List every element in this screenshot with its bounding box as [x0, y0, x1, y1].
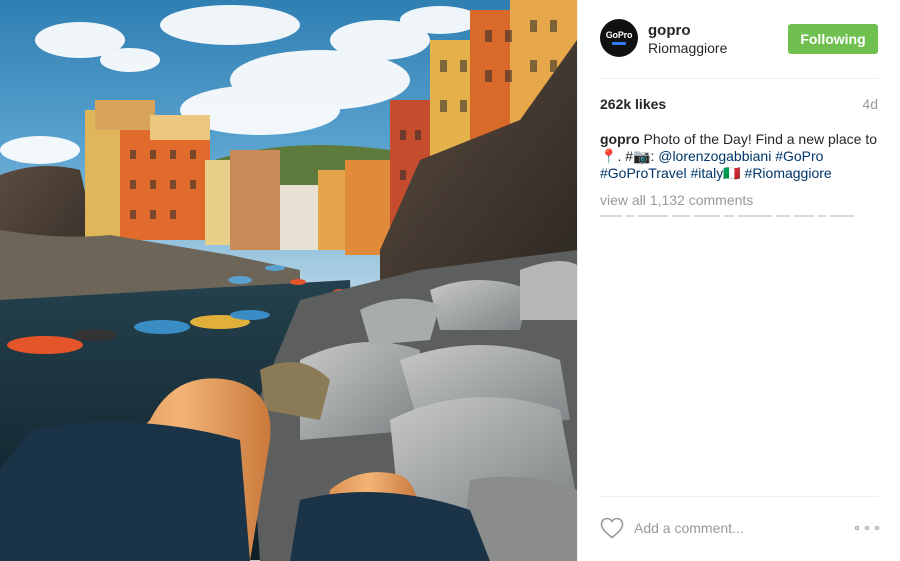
post-photo[interactable] — [0, 0, 577, 561]
post-footer — [578, 497, 900, 561]
heart-outline-icon[interactable] — [600, 517, 624, 539]
location-link[interactable]: Riomaggiore — [648, 40, 727, 56]
mention-link[interactable]: @lorenzogabbiani — [658, 148, 771, 164]
instagram-post: GoPro gopro Riomaggiore Following 262k l… — [0, 0, 900, 561]
add-comment-input[interactable] — [634, 517, 834, 539]
pin-emoji-icon: 📍 — [600, 148, 618, 164]
header-divider — [600, 78, 879, 79]
camera-emoji-icon: 📷 — [633, 148, 651, 164]
caption-username[interactable]: gopro — [600, 131, 640, 147]
more-options-icon[interactable] — [855, 523, 879, 533]
likes-count[interactable]: 262k likes — [600, 96, 666, 112]
hashtag-link[interactable]: #GoProTravel — [600, 165, 687, 181]
avatar-logo-text: GoPro — [605, 30, 633, 40]
more-dot — [855, 526, 859, 530]
following-button[interactable]: Following — [788, 24, 878, 54]
truncated-comment-preview — [600, 213, 880, 219]
post-age[interactable]: 4d — [862, 96, 878, 112]
post-header: GoPro gopro Riomaggiore Following — [578, 0, 900, 78]
more-dot — [875, 526, 879, 530]
hashtag-link[interactable]: #Riomaggiore — [745, 165, 832, 181]
post-side-panel: GoPro gopro Riomaggiore Following 262k l… — [577, 0, 900, 561]
caption: gopro Photo of the Day! Find a new place… — [600, 131, 880, 182]
hashtag-link[interactable]: #GoPro — [775, 148, 823, 164]
avatar[interactable]: GoPro — [600, 19, 638, 57]
view-all-comments-link[interactable]: view all 1,132 comments — [600, 192, 753, 208]
avatar-logo-bar — [612, 42, 626, 45]
caption-text: Photo of the Day! Find a new place to — [639, 131, 878, 147]
more-dot — [865, 526, 869, 530]
username-link[interactable]: gopro — [648, 22, 691, 39]
italy-flag-emoji-icon: 🇮🇹 — [723, 165, 741, 181]
caption-text: . # — [617, 148, 634, 164]
hashtag-link[interactable]: #italy — [691, 165, 724, 181]
